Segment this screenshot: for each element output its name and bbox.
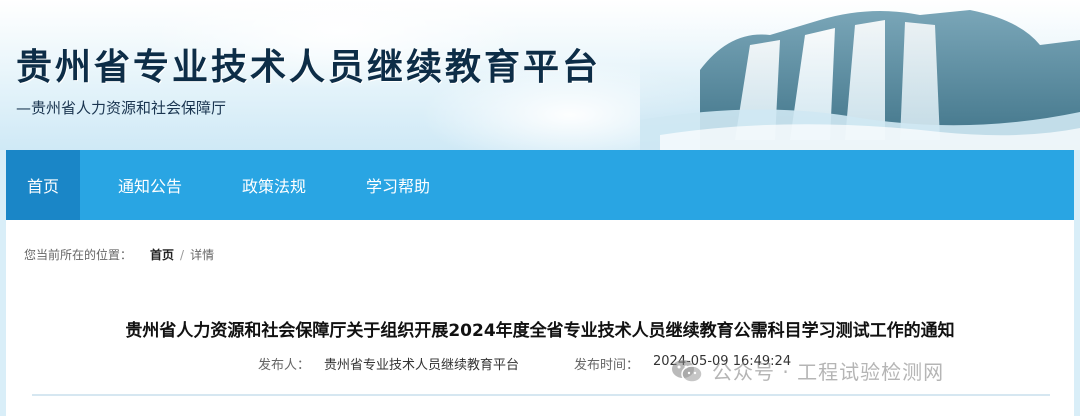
waterfall-illustration	[640, 0, 1080, 150]
publisher-value: 贵州省专业技术人员继续教育平台	[324, 358, 520, 373]
breadcrumb-home-link[interactable]: 首页	[150, 246, 174, 263]
watermark: 公众号 · 工程试验检测网	[670, 356, 944, 385]
nav-notices[interactable]: 通知公告	[118, 150, 182, 220]
meta-divider	[32, 394, 1050, 396]
publisher-meta: 发布人： 贵州省专业技术人员继续教育平台	[258, 354, 519, 373]
header-banner: 贵州省专业技术人员继续教育平台 —贵州省人力资源和社会保障厅	[0, 0, 1080, 150]
nav-help[interactable]: 学习帮助	[366, 150, 430, 220]
article-title: 贵州省人力资源和社会保障厅关于组织开展2024年度全省专业技术人员继续教育公需科…	[125, 321, 955, 341]
publish-time-label: 发布时间：	[574, 358, 640, 373]
breadcrumb-prefix: 您当前所在的位置：	[24, 248, 133, 262]
breadcrumb: 您当前所在的位置： 首页 / 详情	[24, 246, 214, 263]
publisher-label: 发布人：	[258, 358, 311, 373]
site-title: 贵州省专业技术人员继续教育平台	[16, 46, 602, 88]
nav-policies[interactable]: 政策法规	[242, 150, 306, 220]
nav-home[interactable]: 首页	[6, 150, 80, 220]
content-panel: 您当前所在的位置： 首页 / 详情 贵州省人力资源和社会保障厅关于组织开展202…	[6, 220, 1074, 416]
watermark-text: 公众号 · 工程试验检测网	[712, 360, 945, 384]
main-nav: 首页 通知公告 政策法规 学习帮助	[6, 150, 1074, 220]
breadcrumb-separator: /	[180, 247, 185, 262]
breadcrumb-current: 详情	[190, 248, 215, 262]
site-subtitle: —贵州省人力资源和社会保障厅	[16, 99, 227, 117]
wechat-icon	[672, 359, 703, 383]
